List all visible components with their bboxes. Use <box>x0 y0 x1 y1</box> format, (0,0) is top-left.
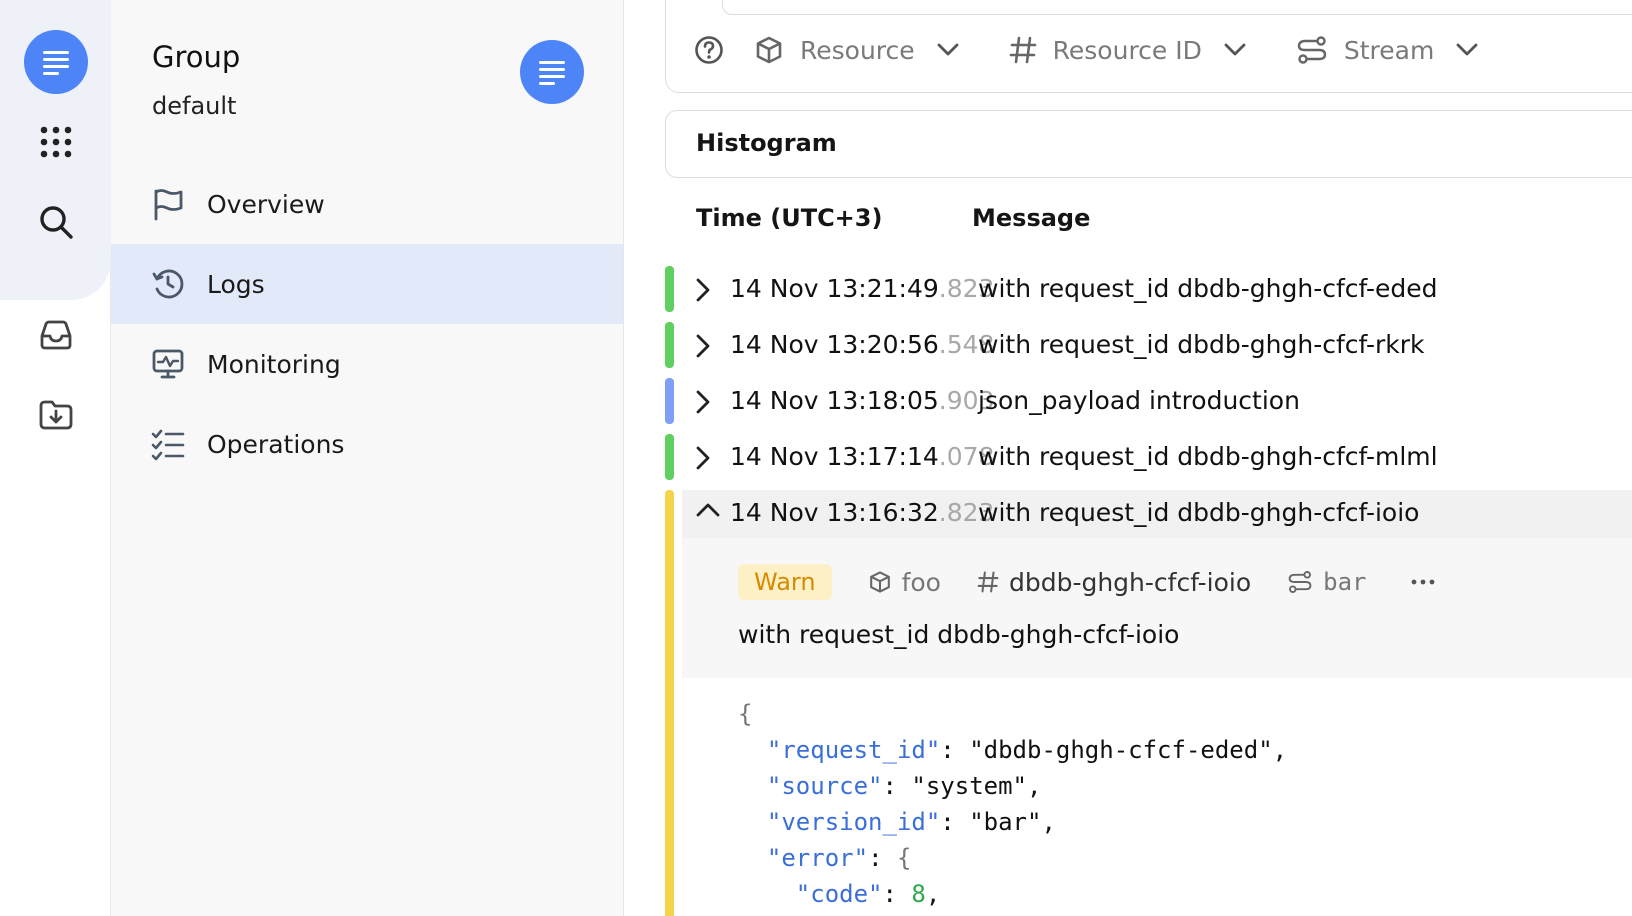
log-row-expanded[interactable]: 14 Nov 13:16:32.823 with request_id dbdb… <box>665 488 1632 540</box>
histogram-title: Histogram <box>696 129 837 157</box>
sidebar-item-label: Operations <box>207 429 345 459</box>
hash-icon <box>977 570 999 594</box>
sidebar-item-operations[interactable]: Operations <box>111 404 623 484</box>
log-message: with request_id dbdb-ghgh-cfcf-ioio <box>978 498 1420 527</box>
log-timestamp: 14 Nov 13:20:56.548 <box>730 330 995 359</box>
resource-filter[interactable]: Resource <box>754 35 959 65</box>
sidebar-nav: Overview Logs Monitoring Operations <box>111 164 623 484</box>
resource-tag[interactable]: foo <box>868 568 941 597</box>
chevron-right-icon[interactable] <box>695 445 711 471</box>
sidebar-item-monitoring[interactable]: Monitoring <box>111 324 623 404</box>
text-lines-icon <box>43 51 69 75</box>
query-input-edge[interactable] <box>722 0 1632 15</box>
grid-icon <box>40 126 72 158</box>
search-button[interactable] <box>24 190 88 254</box>
resource-id-tag-value: dbdb-ghgh-cfcf-ioio <box>1008 567 1252 597</box>
folder-download-icon <box>39 400 73 430</box>
log-row[interactable]: 14 Nov 13:20:56.548 with request_id dbdb… <box>665 320 1632 372</box>
text-lines-icon <box>539 61 565 85</box>
stream-tag-value: bar <box>1323 568 1367 596</box>
chevron-down-icon <box>937 43 959 57</box>
level-badge: Warn <box>738 564 832 600</box>
stream-filter[interactable]: Stream <box>1296 35 1478 65</box>
log-message: with request_id dbdb-ghgh-cfcf-mlml <box>978 442 1438 471</box>
log-timestamp: 14 Nov 13:18:05.903 <box>730 386 995 415</box>
json-payload: { "request_id": "dbdb-ghgh-cfcf-eded", "… <box>738 700 1288 908</box>
expanded-details-panel <box>682 538 1632 678</box>
logs-service-button[interactable] <box>24 30 88 94</box>
log-row[interactable]: 14 Nov 13:21:49.823 with request_id dbdb… <box>665 264 1632 316</box>
stream-icon <box>1296 35 1328 65</box>
column-header-message: Message <box>972 204 1091 232</box>
chevron-up-icon[interactable] <box>695 502 721 518</box>
service-sidebar: Group default Overview Logs Monitoring O… <box>111 0 624 916</box>
group-avatar[interactable] <box>520 40 584 104</box>
log-timestamp: 14 Nov 13:16:32.823 <box>730 498 995 527</box>
sidebar-item-logs[interactable]: Logs <box>111 244 623 324</box>
filter-row: Resource Resource ID Stream <box>694 33 1528 67</box>
download-folder-button[interactable] <box>24 383 88 447</box>
sidebar-item-label: Overview <box>207 189 325 219</box>
filter-panel: Resource Resource ID Stream <box>665 0 1632 93</box>
chevron-right-icon[interactable] <box>695 333 711 359</box>
log-row[interactable]: 14 Nov 13:18:05.903 json_payload introdu… <box>665 376 1632 428</box>
resource-id-tag[interactable]: dbdb-ghgh-cfcf-ioio <box>977 568 1251 597</box>
search-icon <box>40 206 73 239</box>
sidebar-item-overview[interactable]: Overview <box>111 164 623 244</box>
stream-icon <box>1287 570 1313 594</box>
log-timestamp: 14 Nov 13:21:49.823 <box>730 274 995 303</box>
more-icon <box>1411 579 1434 585</box>
main-content: Resource Resource ID Stream Histogram Ti… <box>625 0 1632 916</box>
monitor-icon <box>149 345 187 383</box>
cube-icon <box>754 35 784 65</box>
cube-icon <box>868 570 892 594</box>
help-icon[interactable] <box>694 35 724 65</box>
level-indicator <box>665 378 674 424</box>
sidebar-item-label: Logs <box>207 269 265 299</box>
resource-id-filter-label: Resource ID <box>1052 35 1202 65</box>
resource-filter-label: Resource <box>800 35 915 65</box>
stream-filter-label: Stream <box>1343 35 1435 65</box>
resource-tag-value: foo <box>901 567 941 597</box>
histogram-panel[interactable]: Histogram <box>665 110 1632 178</box>
level-indicator <box>665 434 674 480</box>
sidebar-item-label: Monitoring <box>207 349 341 379</box>
log-message: with request_id dbdb-ghgh-cfcf-eded <box>978 274 1438 303</box>
log-message: with request_id dbdb-ghgh-cfcf-rkrk <box>978 330 1425 359</box>
apps-grid-button[interactable] <box>24 110 88 174</box>
more-actions-button[interactable] <box>1411 578 1435 586</box>
chevron-right-icon[interactable] <box>695 277 711 303</box>
log-meta-row: Warn foo dbdb-ghgh-cfcf-ioio bar <box>738 562 1435 602</box>
log-message: json_payload introduction <box>978 386 1300 415</box>
chevron-right-icon[interactable] <box>695 389 711 415</box>
level-indicator <box>665 322 674 368</box>
chevron-down-icon <box>1456 43 1478 57</box>
stream-tag[interactable]: bar <box>1287 568 1367 596</box>
group-title: Group <box>152 40 241 74</box>
group-name: default <box>152 92 237 120</box>
icon-rail <box>0 0 111 916</box>
log-detail-message: with request_id dbdb-ghgh-cfcf-ioio <box>738 620 1180 649</box>
column-header-time: Time (UTC+3) <box>696 204 883 232</box>
level-indicator <box>665 266 674 312</box>
flag-icon <box>149 185 187 223</box>
checklist-icon <box>149 425 187 463</box>
resource-id-filter[interactable]: Resource ID <box>1009 35 1246 65</box>
level-indicator <box>665 490 674 916</box>
chevron-down-icon <box>1224 43 1246 57</box>
history-icon <box>149 265 187 303</box>
inbox-button[interactable] <box>24 303 88 367</box>
log-timestamp: 14 Nov 13:17:14.078 <box>730 442 995 471</box>
log-row[interactable]: 14 Nov 13:17:14.078 with request_id dbdb… <box>665 432 1632 484</box>
inbox-icon <box>40 320 72 350</box>
hash-icon <box>1009 35 1037 65</box>
